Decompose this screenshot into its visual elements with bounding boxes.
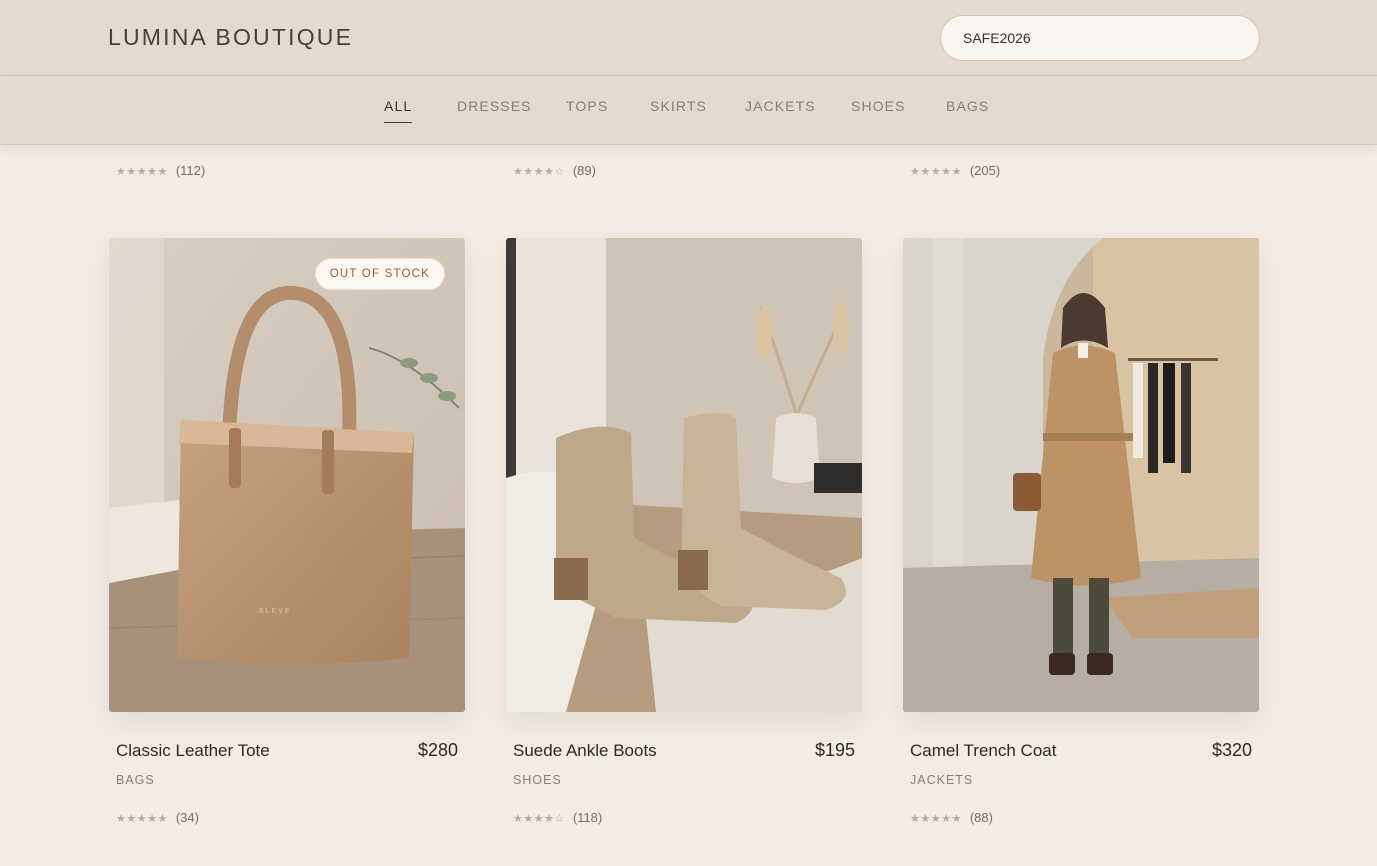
active-tab-underline bbox=[384, 122, 413, 123]
tab-label: DRESSES bbox=[457, 98, 532, 114]
site-header: LUMINA BOUTIQUE bbox=[0, 0, 1377, 76]
tab-label: BAGS bbox=[946, 98, 990, 114]
tab-label: JACKETS bbox=[745, 98, 816, 114]
star-rating-icon: ★★★★★ bbox=[910, 813, 962, 825]
product-card[interactable]: ELEVE OUT OF STOCK Classic Leather Tote … bbox=[109, 238, 465, 838]
previous-row-rating: ★★★★☆ (89) bbox=[513, 163, 596, 178]
product-image[interactable]: ELEVE OUT OF STOCK bbox=[109, 238, 465, 712]
product-name[interactable]: Suede Ankle Boots bbox=[513, 741, 657, 761]
tab-tops[interactable]: TOPS bbox=[566, 98, 608, 114]
svg-text:ELEVE: ELEVE bbox=[259, 608, 292, 615]
product-card[interactable]: Suede Ankle Boots $195 SHOES ★★★★☆ (118) bbox=[506, 238, 862, 838]
review-count: (89) bbox=[572, 163, 596, 178]
star-rating-icon: ★★★★★ bbox=[116, 166, 168, 178]
product-price: $280 bbox=[417, 740, 458, 760]
product-price: $320 bbox=[1211, 740, 1252, 760]
tab-jackets[interactable]: JACKETS bbox=[745, 98, 816, 114]
product-name[interactable]: Classic Leather Tote bbox=[116, 741, 270, 761]
review-count: (205) bbox=[969, 163, 1001, 178]
tab-bags[interactable]: BAGS bbox=[946, 98, 989, 114]
product-card[interactable]: Camel Trench Coat $320 JACKETS ★★★★★ (88) bbox=[903, 238, 1259, 838]
product-category: SHOES bbox=[513, 773, 562, 787]
previous-row-rating: ★★★★★ (112) bbox=[116, 163, 205, 178]
ankle-boots-photo bbox=[506, 238, 862, 712]
product-price: $195 bbox=[814, 740, 855, 760]
tab-label: TOPS bbox=[566, 98, 609, 114]
category-tabs: ALL DRESSES TOPS SKIRTS JACKETS SHOES BA… bbox=[0, 98, 1377, 128]
star-rating-icon: ★★★★☆ bbox=[513, 813, 565, 825]
review-count: (112) bbox=[175, 163, 206, 178]
review-count: (88) bbox=[969, 810, 993, 825]
star-rating-icon: ★★★★☆ bbox=[513, 166, 565, 178]
out-of-stock-badge: OUT OF STOCK bbox=[314, 258, 445, 290]
star-rating-icon: ★★★★★ bbox=[910, 166, 962, 178]
previous-row-rating: ★★★★★ (205) bbox=[910, 163, 1000, 178]
brand-logo[interactable]: LUMINA BOUTIQUE bbox=[108, 24, 353, 51]
product-rating: ★★★★★ (34) bbox=[116, 810, 199, 825]
product-image[interactable] bbox=[506, 238, 862, 712]
tab-skirts[interactable]: SKIRTS bbox=[650, 98, 707, 114]
product-rating: ★★★★★ (88) bbox=[910, 810, 993, 825]
tab-label: SHOES bbox=[851, 98, 906, 114]
product-image[interactable] bbox=[903, 238, 1259, 712]
review-count: (118) bbox=[572, 810, 603, 825]
tote-bag-photo: ELEVE bbox=[109, 238, 465, 712]
tab-all[interactable]: ALL bbox=[384, 98, 413, 123]
product-category: JACKETS bbox=[910, 773, 974, 787]
product-name[interactable]: Camel Trench Coat bbox=[910, 741, 1056, 761]
star-rating-icon: ★★★★★ bbox=[116, 813, 168, 825]
search-input[interactable] bbox=[940, 15, 1260, 61]
tab-label: ALL bbox=[384, 98, 413, 114]
tab-dresses[interactable]: DRESSES bbox=[457, 98, 532, 114]
tab-shoes[interactable]: SHOES bbox=[851, 98, 906, 114]
product-rating: ★★★★☆ (118) bbox=[513, 810, 602, 825]
review-count: (34) bbox=[175, 810, 199, 825]
category-nav: ALL DRESSES TOPS SKIRTS JACKETS SHOES BA… bbox=[0, 76, 1377, 145]
trench-coat-photo bbox=[903, 238, 1259, 712]
product-category: BAGS bbox=[116, 773, 155, 787]
tab-label: SKIRTS bbox=[650, 98, 707, 114]
